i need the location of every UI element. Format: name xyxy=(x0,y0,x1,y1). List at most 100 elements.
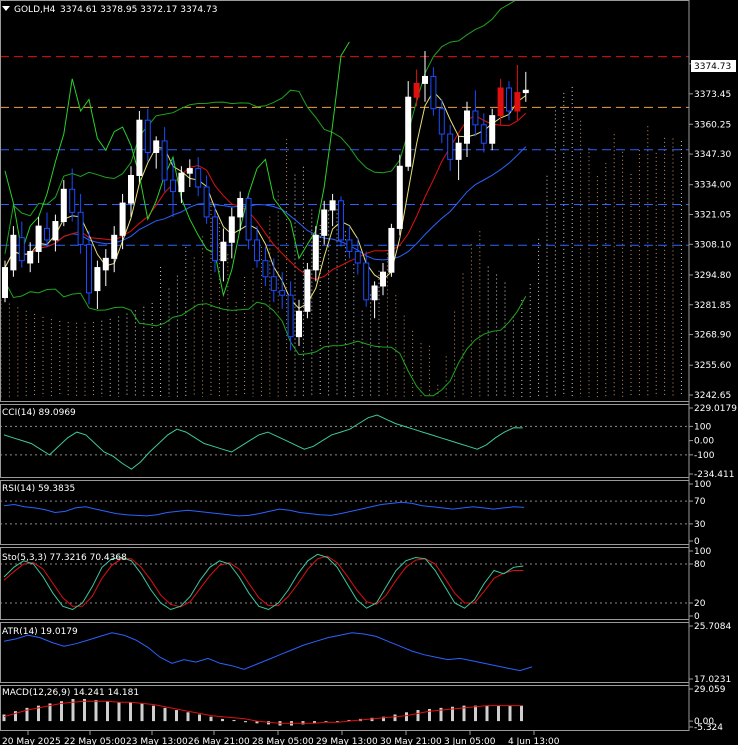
candle-body xyxy=(480,124,487,144)
main-tick-label: 3308.10 xyxy=(694,240,731,250)
candle-body xyxy=(380,271,386,287)
x-tick-label: 23 May 13:00 xyxy=(126,737,188,745)
candle-body xyxy=(212,216,218,262)
rsi-tick-label: 30 xyxy=(694,520,706,530)
macd-histogram-bar xyxy=(232,720,236,722)
macd-histogram-bar xyxy=(497,705,500,722)
candle-body xyxy=(321,209,328,236)
macd-histogram-bar xyxy=(140,703,144,722)
candle-body xyxy=(413,82,420,98)
candle-body xyxy=(178,172,185,193)
macd-histogram-bar xyxy=(221,718,224,722)
candle-body xyxy=(44,227,50,241)
candle-body xyxy=(77,211,84,246)
candle-body xyxy=(354,250,361,264)
cci-tick-label: 100 xyxy=(694,422,711,432)
candle-body xyxy=(102,257,109,271)
main-tick-label: 3321.05 xyxy=(694,211,731,221)
candle-body xyxy=(186,168,193,174)
candle-body xyxy=(136,119,143,176)
x-tick-label: 30 May 21:00 xyxy=(380,737,442,745)
atr-tick-label: 25.7084 xyxy=(694,622,731,632)
candle-body xyxy=(18,237,25,262)
macd-histogram-bar xyxy=(94,700,98,722)
macd-histogram-bar xyxy=(163,707,167,722)
macd-histogram-bar xyxy=(393,714,397,722)
candle-body xyxy=(405,96,412,167)
macd-histogram-bar xyxy=(198,714,201,722)
macd-histogram-bar xyxy=(485,705,489,722)
candle-body xyxy=(388,227,395,273)
macd-histogram-bar xyxy=(186,712,190,722)
sto-tick-label: 0 xyxy=(694,612,700,622)
x-tick-label: 20 May 2025 xyxy=(2,737,61,745)
macd-tick-label: -5.324 xyxy=(694,723,723,733)
candle-body xyxy=(220,241,227,262)
candle-body xyxy=(489,115,496,144)
macd-histogram-bar xyxy=(83,699,86,722)
candle-body xyxy=(69,188,76,213)
rsi-title: RSI(14) 59.3835 xyxy=(2,484,75,494)
x-tick-label: 3 Jun 05:00 xyxy=(444,737,496,745)
candle-body xyxy=(438,108,445,135)
candle-body xyxy=(506,87,512,112)
cci-tick-label: -234.411 xyxy=(694,470,734,480)
candle-body xyxy=(464,110,470,144)
candle-body xyxy=(52,221,59,241)
main-tick-label: 3281.85 xyxy=(694,301,731,311)
main-tick-label: 3294.80 xyxy=(694,271,731,281)
macd-title: MACD(12,26,9) 14.241 14.181 xyxy=(2,688,139,698)
candle-body xyxy=(128,174,134,204)
candle-body xyxy=(430,75,437,110)
macd-histogram-bar xyxy=(416,710,420,722)
candle-body xyxy=(279,290,286,296)
atr-title: ATR(14) 19.0179 xyxy=(2,627,78,637)
candle-body xyxy=(228,216,235,243)
macd-histogram-bar xyxy=(60,701,63,722)
candle-body xyxy=(396,165,403,229)
candle-body xyxy=(262,260,269,278)
candle-body xyxy=(522,89,529,94)
cci-tick-label: -100 xyxy=(694,451,715,461)
candle-body xyxy=(514,92,521,112)
main-tick-label: 3242.65 xyxy=(694,391,731,401)
main-tick-label: 3347.30 xyxy=(694,150,731,160)
macd-histogram-bar xyxy=(244,721,247,723)
macd-histogram-bar xyxy=(2,714,6,722)
candle-body xyxy=(203,186,210,218)
trading-chart[interactable]: 3386.503373.453360.253347.303334.003321.… xyxy=(0,0,738,745)
x-tick-label: 29 May 13:00 xyxy=(316,737,378,745)
candle-body xyxy=(195,168,202,188)
candle-body xyxy=(363,262,370,301)
stochastic-title: Sto(5,3,3) 77.3216 70.4368 xyxy=(2,553,127,563)
cci-tick-label: 0.00 xyxy=(694,437,714,447)
candle-body xyxy=(422,75,428,84)
main-tick-label: 3373.45 xyxy=(694,90,731,100)
macd-histogram-bar xyxy=(129,702,132,722)
macd-histogram-bar xyxy=(106,701,109,722)
candle-body xyxy=(86,244,92,294)
candle-body xyxy=(497,87,504,117)
last-price-label: 3374.73 xyxy=(694,62,731,72)
sto-tick-label: 80 xyxy=(694,560,706,570)
rsi-tick-label: 70 xyxy=(694,497,706,507)
candle-body xyxy=(287,294,294,338)
macd-tick-label: 29.059 xyxy=(694,685,726,695)
candle-body xyxy=(329,200,336,211)
candle-body xyxy=(60,188,67,223)
candle-body xyxy=(296,310,302,338)
candle-body xyxy=(455,142,462,160)
candle-body xyxy=(153,140,160,153)
candle-body xyxy=(312,234,319,271)
candle-body xyxy=(447,133,454,160)
macd-histogram-bar xyxy=(152,705,155,722)
atr-tick-label: 17.0231 xyxy=(694,675,731,685)
sto-tick-label: 20 xyxy=(694,599,706,609)
candle-body xyxy=(237,197,244,218)
macd-histogram-bar xyxy=(209,716,213,722)
x-tick-label: 22 May 05:00 xyxy=(64,737,126,745)
main-tick-label: 3268.90 xyxy=(694,331,731,341)
candle-body xyxy=(346,239,353,252)
x-tick-label: 26 May 21:00 xyxy=(188,737,250,745)
candle-body xyxy=(338,200,344,241)
